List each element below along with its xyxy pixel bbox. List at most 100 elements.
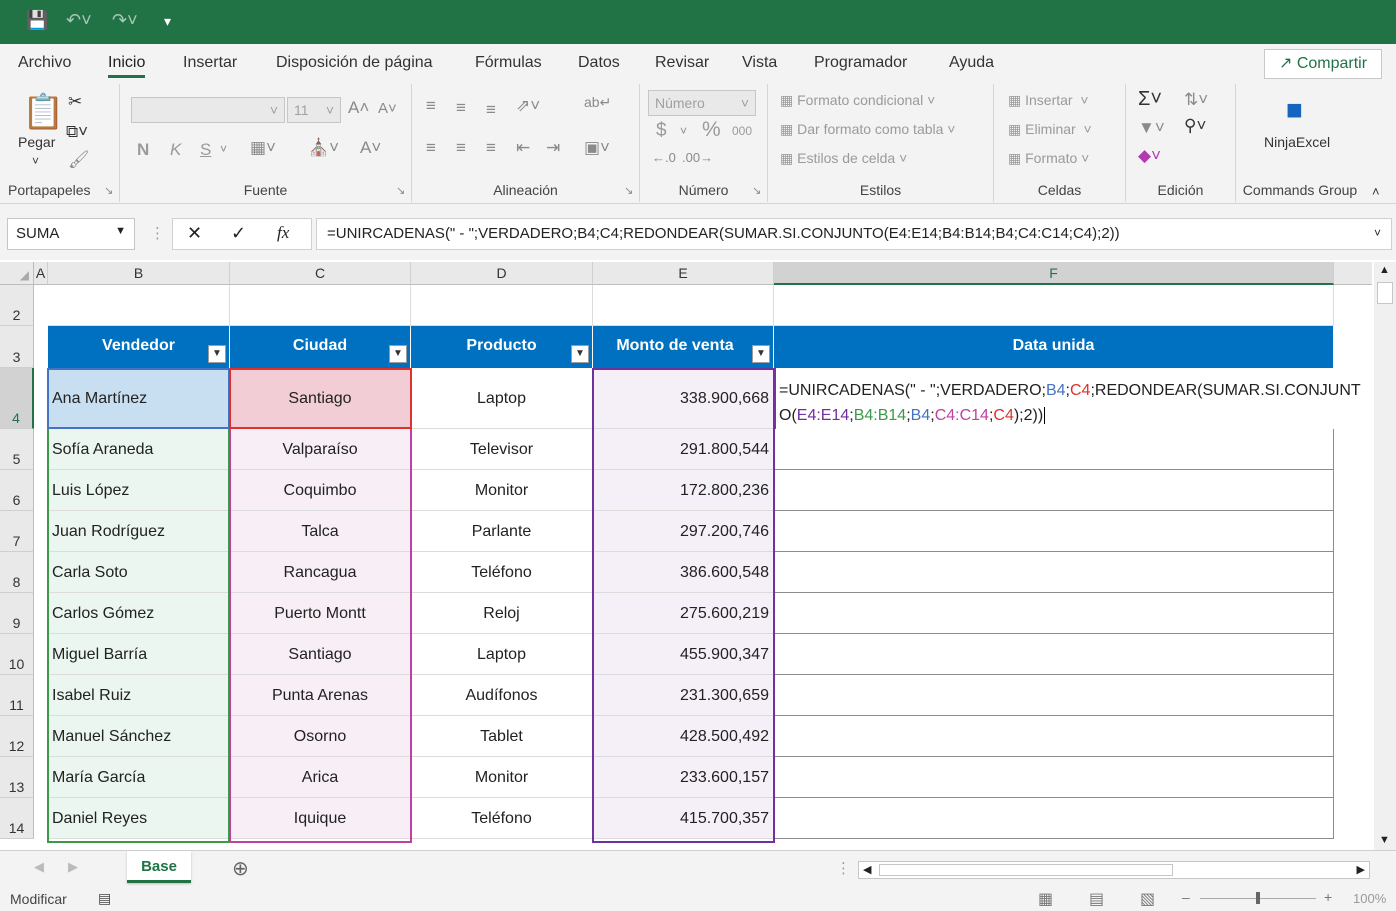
ninjaexcel-icon[interactable]: ■ (1286, 94, 1303, 126)
copy-icon[interactable]: ⧉˅ (66, 122, 88, 142)
table-cell[interactable]: Isabel Ruiz (48, 675, 230, 716)
table-cell[interactable]: Carla Soto (48, 552, 230, 593)
data-unida-cell[interactable] (774, 716, 1334, 757)
increase-font-icon[interactable]: A˄ (348, 98, 369, 118)
tab-vista[interactable]: Vista (742, 54, 777, 72)
table-cell[interactable]: Ana Martínez (48, 368, 230, 429)
empty-cell[interactable] (411, 285, 593, 326)
table-cell[interactable]: Teléfono (411, 798, 593, 839)
table-cell[interactable]: 338.900,668 (593, 368, 774, 429)
drag-handle-icon[interactable]: ⋮ (150, 224, 165, 242)
prev-sheet-icon[interactable]: ◀ (34, 859, 44, 875)
zoom-in-icon[interactable]: + (1324, 889, 1332, 905)
currency-dropdown-icon[interactable]: ˅ (680, 124, 687, 138)
empty-cell[interactable] (593, 285, 774, 326)
table-cell[interactable]: Miguel Barría (48, 634, 230, 675)
table-cell[interactable]: Rancagua (230, 552, 411, 593)
decrease-decimal-icon[interactable]: .00→ (682, 150, 713, 165)
cancel-icon[interactable]: ✕ (187, 223, 202, 244)
filter-dropdown-icon[interactable]: ▼ (389, 345, 407, 363)
fill-color-icon[interactable]: ⛪˅ (308, 138, 339, 158)
borders-icon[interactable]: ▦˅ (250, 138, 276, 158)
align-middle-icon[interactable]: ≡ (456, 98, 466, 118)
decrease-indent-icon[interactable]: ⇤ (516, 138, 530, 158)
format-painter-icon[interactable]: 🖌 (68, 150, 90, 170)
table-cell[interactable]: 233.600,157 (593, 757, 774, 798)
table-cell[interactable]: Iquique (230, 798, 411, 839)
tab-datos[interactable]: Datos (578, 54, 620, 72)
underline-dropdown-icon[interactable]: ˅ (220, 142, 227, 156)
table-cell[interactable]: 415.700,357 (593, 798, 774, 839)
confirm-icon[interactable]: ✓ (231, 223, 246, 244)
autosum-icon[interactable]: Σ˅ (1138, 88, 1162, 111)
align-center-icon[interactable]: ≡ (456, 138, 466, 158)
table-cell[interactable]: Monitor (411, 470, 593, 511)
tab-inicio[interactable]: Inicio (108, 54, 146, 78)
row-header[interactable]: 13 (0, 757, 34, 798)
data-unida-cell[interactable] (774, 470, 1334, 511)
clipboard-launcher-icon[interactable]: ↘ (104, 184, 113, 197)
column-header-g[interactable] (1334, 262, 1372, 285)
scroll-left-icon[interactable]: ◀ (863, 863, 871, 876)
zoom-slider[interactable] (1200, 892, 1316, 904)
thousands-button[interactable]: 000 (732, 124, 752, 138)
table-cell[interactable]: Talca (230, 511, 411, 552)
align-bottom-icon[interactable]: ≡ (486, 100, 496, 120)
row-header[interactable]: 9 (0, 593, 34, 634)
data-unida-cell[interactable] (774, 552, 1334, 593)
horizontal-scroll-thumb[interactable] (879, 864, 1173, 876)
worksheet-grid[interactable]: ◢ A B C D E F 2 3 4 5 6 7 8 9 10 11 12 1… (0, 262, 1372, 850)
empty-cell[interactable] (774, 285, 1334, 326)
table-cell[interactable]: Sofía Araneda (48, 429, 230, 470)
editing-cell-f4[interactable]: =UNIRCADENAS(" - ";VERDADERO;B4;C4;REDON… (774, 368, 1372, 429)
paste-dropdown-icon[interactable]: ˅ (32, 154, 39, 168)
expand-formula-icon[interactable]: ˅ (1374, 226, 1381, 240)
data-unida-cell[interactable] (774, 511, 1334, 552)
tab-programador[interactable]: Programador (814, 54, 907, 72)
save-icon[interactable]: 💾 (26, 10, 48, 31)
customize-toolbar-icon[interactable]: ▾ (164, 13, 171, 30)
cut-icon[interactable]: ✂ (68, 92, 82, 112)
table-cell[interactable]: 275.600,219 (593, 593, 774, 634)
data-unida-cell[interactable] (774, 429, 1334, 470)
formula-input[interactable]: =UNIRCADENAS(" - ";VERDADERO;B4;C4;REDON… (316, 218, 1392, 250)
normal-view-icon[interactable]: ▦ (1038, 889, 1053, 909)
tab-disposicion[interactable]: Disposición de página (276, 54, 433, 72)
sheet-tab-base[interactable]: Base (127, 851, 191, 883)
filter-dropdown-icon[interactable]: ▼ (571, 345, 589, 363)
cell-styles-button[interactable]: ▦ Estilos de celda ˅ (780, 150, 907, 167)
data-unida-cell[interactable] (774, 675, 1334, 716)
ninjaexcel-button[interactable]: NinjaExcel (1264, 134, 1330, 150)
alignment-launcher-icon[interactable]: ↘ (624, 184, 633, 197)
undo-icon[interactable]: ↶˅ (66, 10, 92, 31)
scroll-down-icon[interactable]: ▼ (1379, 834, 1390, 846)
table-format-button[interactable]: ▦ Dar formato como tabla ˅ (780, 121, 956, 138)
table-cell[interactable]: Monitor (411, 757, 593, 798)
italic-button[interactable]: K (170, 140, 181, 160)
table-cell[interactable]: Daniel Reyes (48, 798, 230, 839)
zoom-level[interactable]: 100% (1353, 891, 1386, 906)
macro-record-icon[interactable]: ▤ (98, 890, 111, 907)
add-sheet-icon[interactable]: ⊕ (232, 856, 249, 881)
increase-indent-icon[interactable]: ⇥ (546, 138, 560, 158)
table-cell[interactable]: Valparaíso (230, 429, 411, 470)
empty-cell[interactable] (48, 285, 230, 326)
table-cell[interactable]: Osorno (230, 716, 411, 757)
table-cell[interactable]: 172.800,236 (593, 470, 774, 511)
wrap-text-icon[interactable]: ab↵ (584, 94, 611, 111)
decrease-font-icon[interactable]: A˅ (378, 100, 397, 117)
table-cell[interactable]: Santiago (230, 634, 411, 675)
column-header-a[interactable]: A (34, 262, 48, 285)
horizontal-scrollbar[interactable]: ◀ ▶ (858, 861, 1370, 879)
row-header[interactable]: 12 (0, 716, 34, 757)
column-header-e[interactable]: E (593, 262, 774, 285)
row-header[interactable]: 3 (0, 326, 34, 368)
find-icon[interactable]: ⚲˅ (1184, 116, 1206, 136)
table-cell[interactable]: 291.800,544 (593, 429, 774, 470)
insert-cells-button[interactable]: ▦ Insertar ˅ (1008, 92, 1089, 109)
row-header[interactable]: 4 (0, 368, 34, 429)
insert-function-icon[interactable]: fx (277, 223, 289, 243)
table-cell[interactable]: Laptop (411, 634, 593, 675)
share-button[interactable]: ↗ Compartir (1264, 49, 1382, 79)
table-cell[interactable]: Parlante (411, 511, 593, 552)
